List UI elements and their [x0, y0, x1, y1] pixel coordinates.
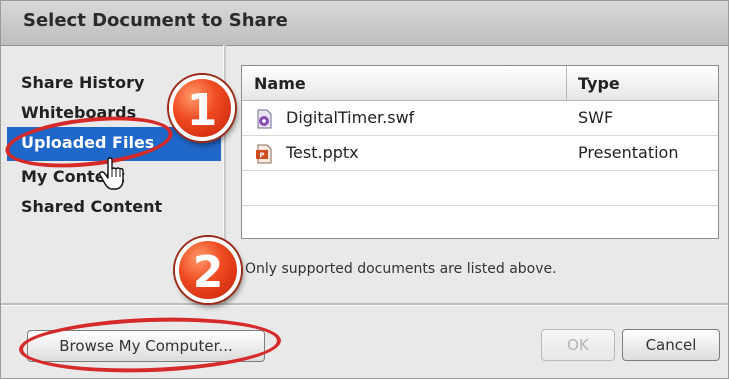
ok-button[interactable]: OK: [541, 329, 615, 361]
file-type: SWF: [578, 108, 614, 127]
step-2-badge: 2: [175, 237, 241, 303]
table-row[interactable]: P Test.pptx Presentation: [242, 136, 718, 171]
table-row-empty: [242, 206, 718, 240]
column-header-name[interactable]: Name: [254, 74, 306, 93]
dialog-title: Select Document to Share: [23, 10, 288, 31]
svg-text:P: P: [259, 152, 264, 160]
hand-pointer-icon: [99, 157, 124, 190]
column-separator[interactable]: [566, 66, 567, 100]
cancel-button[interactable]: Cancel: [622, 329, 720, 361]
file-table: Name Type DigitalTimer.swf SWF P Test.pp…: [241, 65, 719, 239]
highlight-ring-browse-button: [18, 313, 282, 377]
file-name: Test.pptx: [286, 143, 359, 162]
file-name: DigitalTimer.swf: [286, 108, 415, 127]
step-1-badge: 1: [169, 75, 235, 141]
swf-file-icon: [257, 109, 272, 129]
column-header-type[interactable]: Type: [578, 74, 620, 93]
select-document-dialog: Select Document to Share Share History W…: [0, 0, 729, 379]
sidebar-item-shared-content[interactable]: Shared Content: [21, 197, 162, 216]
table-row[interactable]: DigitalTimer.swf SWF: [242, 101, 718, 136]
table-header: Name Type: [242, 66, 718, 101]
pptx-file-icon: P: [256, 144, 272, 164]
file-type: Presentation: [578, 143, 679, 162]
footer-divider: [1, 303, 728, 306]
dialog-titlebar: Select Document to Share: [1, 1, 728, 46]
table-row-empty: [242, 171, 718, 206]
supported-documents-note: Only supported documents are listed abov…: [245, 261, 557, 277]
sidebar-item-share-history[interactable]: Share History: [21, 73, 144, 92]
